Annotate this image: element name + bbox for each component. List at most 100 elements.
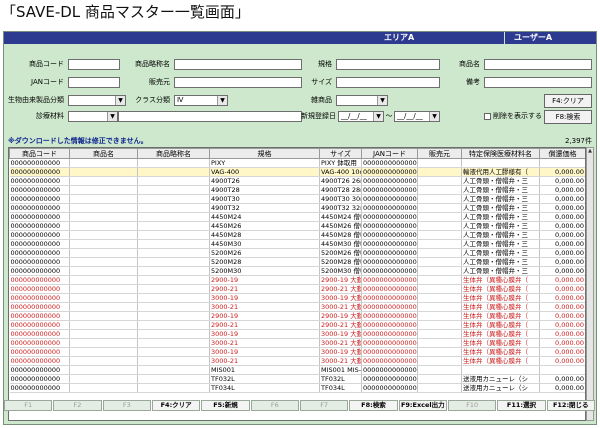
cell-abbr: [137, 374, 210, 384]
table-row[interactable]: 000000000000 4900T284900T28 28mm000000000…: [9, 185, 585, 195]
cell-tokutei: 送液用カニューレ（シ: [461, 383, 540, 393]
col-header-spec[interactable]: 規格: [209, 148, 320, 159]
table-row[interactable]: 000000000000 3000-19 3000-19 大動 00000000000…: [9, 329, 585, 339]
fkey-f12-close[interactable]: F12:閉じる: [546, 400, 595, 411]
cell-spec: 2900-19: [209, 311, 320, 321]
cell-spec: 4450M28: [209, 230, 320, 240]
cell-price: 0,000.00: [539, 266, 585, 276]
jan-code-input[interactable]: [68, 77, 120, 88]
date-from-select[interactable]: __/__/__ ▼: [338, 111, 384, 122]
cell-tokutei: 人工骨頭・僧帽弁・三: [461, 176, 540, 186]
product-abbr-label: 商品略称名: [135, 60, 170, 68]
cell-price: 0,000.00: [539, 374, 585, 384]
cell-price: 0,000.00: [539, 221, 585, 231]
cell-seller: [417, 302, 462, 312]
clear-button[interactable]: F4:クリア: [544, 94, 592, 108]
spec-input[interactable]: [336, 59, 440, 70]
col-header-jan-code[interactable]: JANコード: [361, 148, 418, 159]
chevron-down-icon[interactable]: ▼: [115, 96, 125, 105]
cell-code: 000000000000: [9, 320, 70, 330]
misc-product-select[interactable]: ▼: [336, 95, 388, 106]
chevron-down-icon[interactable]: ▼: [107, 112, 117, 121]
chevron-down-icon[interactable]: ▼: [429, 112, 439, 121]
grid-scrollbar[interactable]: ▲: [586, 147, 594, 421]
scroll-up-icon[interactable]: ▲: [587, 148, 593, 155]
table-row[interactable]: 000000000000 2900-21 2900-21 大動 00000000000…: [9, 320, 585, 330]
table-row[interactable]: 000000000000 MIS001 MIS001 MIS-9 0000000000…: [9, 365, 585, 375]
table-row[interactable]: 000000000000 TF032L TF032L 0000000000000 送液用…: [9, 374, 585, 384]
main-panel: 商品コード 商品略称名 規格 商品名 JANコード 販売元 サイズ 備考 生物由…: [4, 44, 596, 424]
date-range-separator: ～: [385, 112, 393, 120]
col-header-price[interactable]: 償還価格: [539, 148, 585, 159]
table-row[interactable]: 000000000000 3000-21 3000-21 大動 00000000000…: [9, 356, 585, 366]
date-to-select[interactable]: __/__/__ ▼: [394, 111, 440, 122]
fkey-f4-clear[interactable]: F4:クリア: [151, 400, 201, 411]
chevron-down-icon[interactable]: ▼: [217, 96, 227, 105]
table-row[interactable]: 000000000000 2900-19 2900-19 大動 00000000000…: [9, 311, 585, 321]
seller-input[interactable]: [174, 77, 302, 88]
cell-price: 0,000.00: [539, 257, 585, 267]
product-name-input[interactable]: [484, 59, 592, 70]
material-name-input[interactable]: [118, 111, 302, 122]
chevron-down-icon[interactable]: ▼: [373, 112, 383, 121]
cell-jan: 0000000000000: [361, 203, 418, 213]
bio-product-select[interactable]: ▼: [68, 95, 126, 106]
cell-price: [539, 365, 585, 375]
remarks-input[interactable]: [484, 77, 592, 88]
table-row[interactable]: 000000000000 4900T264900T26 26mm000000000…: [9, 176, 585, 186]
cell-code: 000000000000: [9, 284, 70, 294]
fkey-f8-search[interactable]: F8:検索: [349, 400, 398, 411]
col-header-seller[interactable]: 販売元: [417, 148, 462, 159]
size-input[interactable]: [336, 77, 440, 88]
table-row[interactable]: 000000000000 4450M264450M26 僧帽00000000000…: [9, 221, 585, 231]
cell-spec: TF032L: [209, 374, 320, 384]
table-row[interactable]: 000000000000 3000-19 3000-19 大動 00000000000…: [9, 293, 585, 303]
cell-name: [69, 176, 138, 186]
col-header-product-name[interactable]: 商品名: [69, 148, 138, 159]
table-row[interactable]: 000000000000 4450M284450M28 僧帽00000000000…: [9, 230, 585, 240]
cell-spec: 3000-21: [209, 302, 320, 312]
cell-tokutei: 生体弁（異種心膜弁（: [461, 302, 540, 312]
show-deleted-checkbox[interactable]: [484, 113, 491, 120]
table-row[interactable]: 000000000000 5200M265200M26 僧帽00000000000…: [9, 248, 585, 258]
col-header-size[interactable]: サイズ: [319, 148, 362, 159]
table-row[interactable]: 000000000000 3000-21 3000-21 大動 00000000000…: [9, 302, 585, 312]
table-row[interactable]: 000000000000 2900-19 2900-19 大動 00000000000…: [9, 275, 585, 285]
table-row[interactable]: 000000000000 5200M305200M30 僧帽00000000000…: [9, 266, 585, 276]
table-row[interactable]: 000000000000 3000-21 3000-21 大動 00000000000…: [9, 338, 585, 348]
cell-abbr: [137, 167, 210, 177]
cell-spec: 3000-19: [209, 329, 320, 339]
fkey-f9-excel[interactable]: F9:Excel出力: [398, 400, 447, 411]
table-row[interactable]: 000000000000 PIXY PIXY 鉢取用 0000000000000: [9, 158, 585, 168]
search-button[interactable]: F8:検索: [544, 110, 592, 124]
class-select[interactable]: Ⅳ ▼: [174, 95, 228, 106]
table-row[interactable]: 000000000000 5200M285200M28 僧帽00000000000…: [9, 257, 585, 267]
cell-name: [69, 212, 138, 222]
fkey-f5-new[interactable]: F5:新規: [201, 400, 250, 411]
product-grid[interactable]: 商品コード 商品名 商品略称名 規格 サイズ JANコード 販売元 特定保険医療…: [8, 147, 586, 421]
product-code-input[interactable]: [68, 59, 120, 70]
cell-price: 0,000.00: [539, 248, 585, 258]
cell-tokutei: 生体弁（異種心膜弁（: [461, 284, 540, 294]
table-row[interactable]: 000000000000 4900T324900T32 32mm000000000…: [9, 203, 585, 213]
table-row[interactable]: 000000000000 TF034L TF034L 0000000000000 送液用…: [9, 383, 585, 393]
cell-seller: [417, 284, 462, 294]
cell-abbr: [137, 203, 210, 213]
fkey-f11-select[interactable]: F11:選択: [497, 400, 546, 411]
product-abbr-input[interactable]: [174, 59, 302, 70]
table-row[interactable]: 000000000000 2900-21 2900-21 大動 00000000000…: [9, 284, 585, 294]
chevron-down-icon[interactable]: ▼: [377, 96, 387, 105]
table-row[interactable]: 000000000000 4450M304450M30 僧帽00000000000…: [9, 239, 585, 249]
col-header-product-abbr[interactable]: 商品略称名: [137, 148, 210, 159]
table-row[interactable]: 000000000000 3000-19 3000-19 大動 00000000000…: [9, 347, 585, 357]
table-row[interactable]: 000000000000 4450M244450M24 僧帽00000000000…: [9, 212, 585, 222]
col-header-product-code[interactable]: 商品コード: [9, 148, 70, 159]
cell-jan: 0000000000000: [361, 338, 418, 348]
cell-size: 4900T26 26mm: [319, 176, 362, 186]
table-row[interactable]: 000000000000 VAG-400VAG-400 10cm000000000…: [9, 167, 585, 177]
cell-seller: [417, 176, 462, 186]
material-select[interactable]: ▼: [68, 111, 118, 122]
cell-tokutei: 人工骨頭・僧帽弁・三: [461, 248, 540, 258]
table-row[interactable]: 000000000000 4900T304900T30 30mm000000000…: [9, 194, 585, 204]
col-header-tokutei[interactable]: 特定保険医療材料名: [461, 148, 540, 159]
